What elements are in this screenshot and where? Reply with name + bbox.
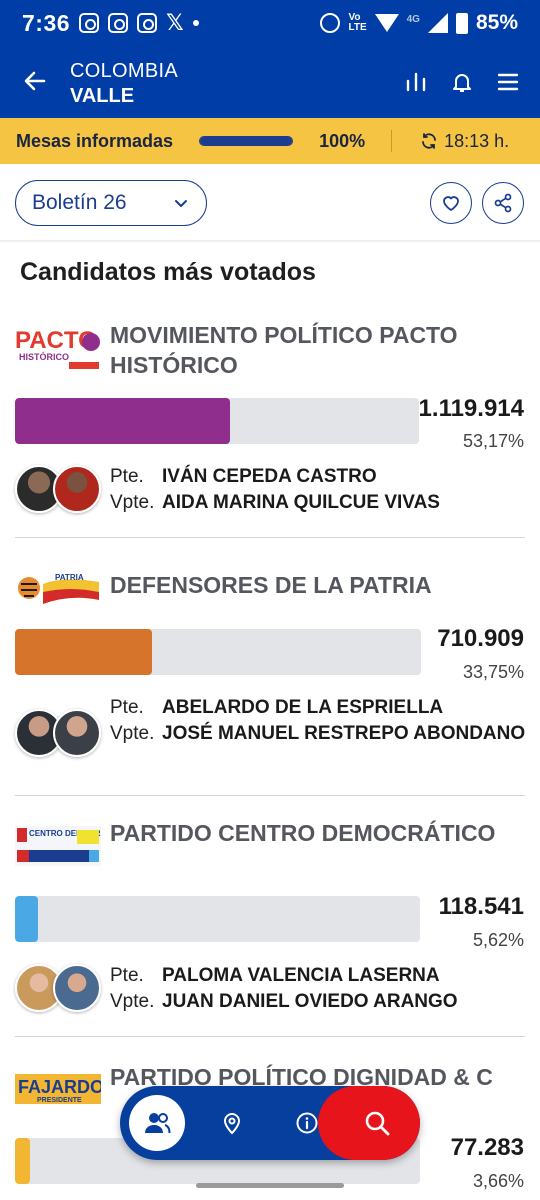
volte-label-bottom: LTE: [348, 22, 367, 33]
network-type: 4G: [406, 14, 420, 25]
vote-percent: 3,66%: [472, 1171, 524, 1191]
vice-president-name: AIDA MARINA QUILCUE VIVAS: [162, 492, 440, 513]
app-header: COLOMBIA VALLE: [0, 46, 540, 118]
chart-icon[interactable]: [404, 70, 428, 94]
status-bar: 7:36 𝕏 Vo LTE 4G 85%: [0, 0, 540, 46]
favorite-button[interactable]: [430, 182, 472, 224]
mesas-informadas-bar: Mesas informadas 100% 18:13 h.: [0, 118, 540, 164]
more-notifications-dot: [192, 20, 199, 26]
mesas-percent: 100%: [319, 130, 366, 151]
role-pte: Pte.: [110, 466, 144, 487]
card-divider: [15, 537, 525, 538]
candidates-icon: [145, 1113, 171, 1134]
heart-icon: [443, 196, 459, 211]
candidate-avatars: [15, 964, 105, 1016]
signal-icon: [427, 13, 448, 33]
candidate-names: Pte. PALOMA VALENCIA LASERNA Vpte. JUAN DA…: [110, 963, 530, 1015]
role-vpte: Vpte.: [110, 492, 155, 513]
section-title: Candidatos más votados: [20, 258, 316, 286]
avatar-vice-president: [53, 709, 101, 757]
vote-count: 77.283: [450, 1134, 524, 1161]
party-logo-centro-democratico: CENTRO DEMOCRÁTICO: [15, 826, 125, 872]
battery-icon: [455, 12, 468, 34]
svg-text:PRESIDENTE: PRESIDENTE: [37, 1097, 82, 1104]
bell-icon[interactable]: [450, 70, 474, 94]
candidate-names: Pte. IVÁN CEPEDA CASTRO Vpte. AIDA MARINA …: [110, 464, 530, 516]
chevron-down-icon: [175, 200, 187, 207]
vote-count: 1.119.914: [418, 395, 524, 422]
president-name: IVÁN CEPEDA CASTRO: [162, 466, 377, 487]
president-name: PALOMA VALENCIA LASERNA: [162, 965, 440, 986]
vote-percent: 53,17%: [462, 431, 524, 451]
svg-text:PATRIA: PATRIA: [55, 573, 84, 582]
info-icon: [296, 1112, 318, 1134]
region-label[interactable]: VALLE: [70, 85, 134, 108]
vote-bar-fill: [15, 1138, 30, 1184]
vote-percent: 5,62%: [472, 930, 524, 950]
location-icon: [223, 1113, 241, 1135]
alarm-icon: [320, 13, 341, 33]
party-logo-defensores-patria: PATRIA: [15, 568, 101, 614]
vote-bar-track: [15, 398, 419, 444]
boletin-dropdown[interactable]: Boletín 26: [15, 180, 207, 226]
party-logo-fajardo: FAJARDO PRESIDENTE: [15, 1074, 104, 1120]
menu-icon[interactable]: [496, 70, 520, 94]
mesas-label: Mesas informadas: [16, 130, 174, 151]
refresh-time-label: 18:13 h.: [444, 130, 510, 151]
refresh-icon: [422, 133, 437, 149]
candidate-names: Pte. ABELARDO DE LA ESPRIELLA Vpte. JOSÉ M…: [110, 695, 530, 747]
role-vpte: Vpte.: [110, 723, 155, 744]
country-label: COLOMBIA: [70, 60, 178, 82]
instagram-notification-icon-3: [137, 13, 158, 33]
wifi-icon: [374, 14, 399, 32]
candidate-avatars: [15, 709, 105, 761]
candidate-avatars: [15, 465, 105, 517]
role-pte: Pte.: [110, 697, 144, 718]
vote-percent: 33,75%: [462, 662, 524, 682]
share-button[interactable]: [482, 182, 524, 224]
role-pte: Pte.: [110, 965, 144, 986]
nav-search[interactable]: [349, 1095, 405, 1151]
avatar-vice-president: [53, 465, 101, 513]
vote-bar-fill: [15, 398, 230, 444]
instagram-notification-icon-2: [108, 13, 129, 33]
battery-level: 85%: [475, 11, 518, 34]
party-name: DEFENSORES DE LA PATRIA: [110, 572, 432, 598]
avatar-vice-president: [53, 964, 101, 1012]
party-logo-pacto-historico: PACTO HISTÓRICO: [15, 324, 101, 370]
party-name: MOVIMIENTO POLÍTICO PACTO HISTÓRICO: [110, 322, 458, 378]
nav-candidates[interactable]: [129, 1095, 185, 1151]
refresh-time[interactable]: 18:13 h.: [420, 131, 509, 152]
mesas-progress-fill: [200, 137, 293, 145]
mesas-separator: [391, 130, 393, 152]
search-icon: [365, 1111, 390, 1136]
header-shadow: [0, 240, 540, 243]
vote-count: 118.541: [438, 893, 524, 920]
vice-president-name: JUAN DANIEL OVIEDO ARANGO: [162, 991, 458, 1012]
card-divider: [15, 1036, 525, 1037]
party-name: PARTIDO CENTRO DEMOCRÁTICO: [110, 820, 496, 846]
president-name: ABELARDO DE LA ESPRIELLA: [162, 697, 444, 718]
vote-bar-fill: [15, 896, 38, 942]
status-time: 7:36: [22, 9, 71, 36]
boletin-label: Boletín 26: [32, 191, 127, 214]
svg-text:FAJARDO: FAJARDO: [18, 1077, 101, 1097]
x-notification-icon: 𝕏: [166, 10, 184, 35]
vote-count: 710.909: [437, 625, 524, 652]
instagram-notification-icon: [79, 13, 100, 33]
vice-president-name: JOSÉ MANUEL RESTREPO ABONDANO: [162, 723, 526, 744]
vote-bar-track: [15, 629, 421, 675]
back-arrow-icon[interactable]: [22, 68, 48, 94]
vote-bar-fill: [15, 629, 153, 675]
vote-bar-track: [15, 896, 420, 942]
mesas-progress-track: [199, 136, 294, 146]
nav-info[interactable]: [279, 1095, 335, 1151]
gesture-home-indicator[interactable]: [196, 1183, 344, 1188]
role-vpte: Vpte.: [110, 991, 155, 1012]
share-icon: [494, 193, 512, 213]
bottom-navigation: [120, 1086, 420, 1160]
card-divider: [15, 795, 525, 796]
nav-location[interactable]: [204, 1095, 260, 1151]
svg-text:HISTÓRICO: HISTÓRICO: [19, 351, 69, 362]
